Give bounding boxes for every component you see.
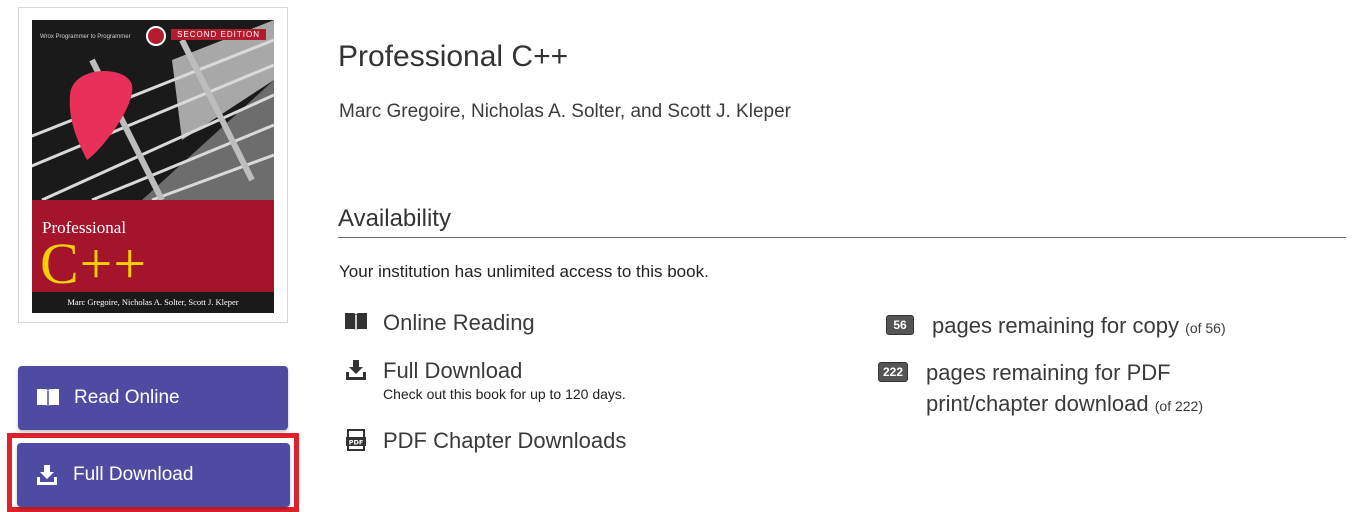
page-title: Professional C++	[338, 40, 569, 73]
book-open-icon	[36, 387, 60, 409]
availability-heading: Availability	[338, 205, 451, 232]
count-badge: 222	[878, 362, 909, 382]
feature-online-reading: Online Reading	[344, 310, 535, 336]
cover-authors: Marc Gregoire, Nicholas A. Solter, Scott…	[67, 297, 239, 307]
quota-total: (of 56)	[1185, 320, 1226, 336]
quota-text: pages remaining for copy	[932, 313, 1180, 338]
quota-copy: 56 pages remaining for copy (of 56)	[886, 310, 1226, 344]
access-note: Your institution has unlimited access to…	[339, 262, 709, 281]
cover-topline: Wrox Programmer to Programmer	[40, 34, 131, 40]
feature-full-download: Full Download Check out this book for up…	[344, 358, 626, 402]
download-icon	[35, 464, 59, 486]
count-badge: 56	[886, 315, 914, 335]
feature-label: Full Download	[383, 358, 523, 383]
feature-label: Online Reading	[383, 310, 535, 335]
availability-divider	[338, 237, 1346, 238]
cover-edition: SECOND EDITION	[171, 29, 266, 40]
feature-sublabel: Check out this book for up to 120 days.	[383, 386, 626, 402]
pdf-icon: PDF	[344, 428, 368, 451]
feature-pdf-chapters: PDF PDF Chapter Downloads	[344, 428, 626, 454]
svg-text:PDF: PDF	[349, 439, 364, 447]
book-cover-frame: Wrox Programmer to Programmer SECOND EDI…	[18, 7, 288, 323]
quota-text-line1: pages remaining for PDF	[926, 360, 1171, 385]
read-online-label: Read Online	[74, 387, 180, 408]
book-cover: Wrox Programmer to Programmer SECOND EDI…	[32, 20, 274, 313]
download-icon	[344, 358, 368, 381]
cover-title: C++	[40, 231, 148, 296]
quota-total: (of 222)	[1154, 398, 1203, 414]
publisher-logo-icon	[146, 26, 166, 46]
full-download-label: Full Download	[73, 464, 194, 485]
feature-label: PDF Chapter Downloads	[383, 428, 627, 453]
quota-pdf: 222 pages remaining for PDF print/chapte…	[878, 357, 1203, 422]
full-download-button[interactable]: Full Download	[17, 443, 290, 507]
quota-text-line2: print/chapter download	[926, 391, 1149, 416]
book-open-icon	[344, 310, 368, 333]
read-online-button[interactable]: Read Online	[18, 366, 288, 430]
book-authors: Marc Gregoire, Nicholas A. Solter, and S…	[339, 101, 791, 122]
